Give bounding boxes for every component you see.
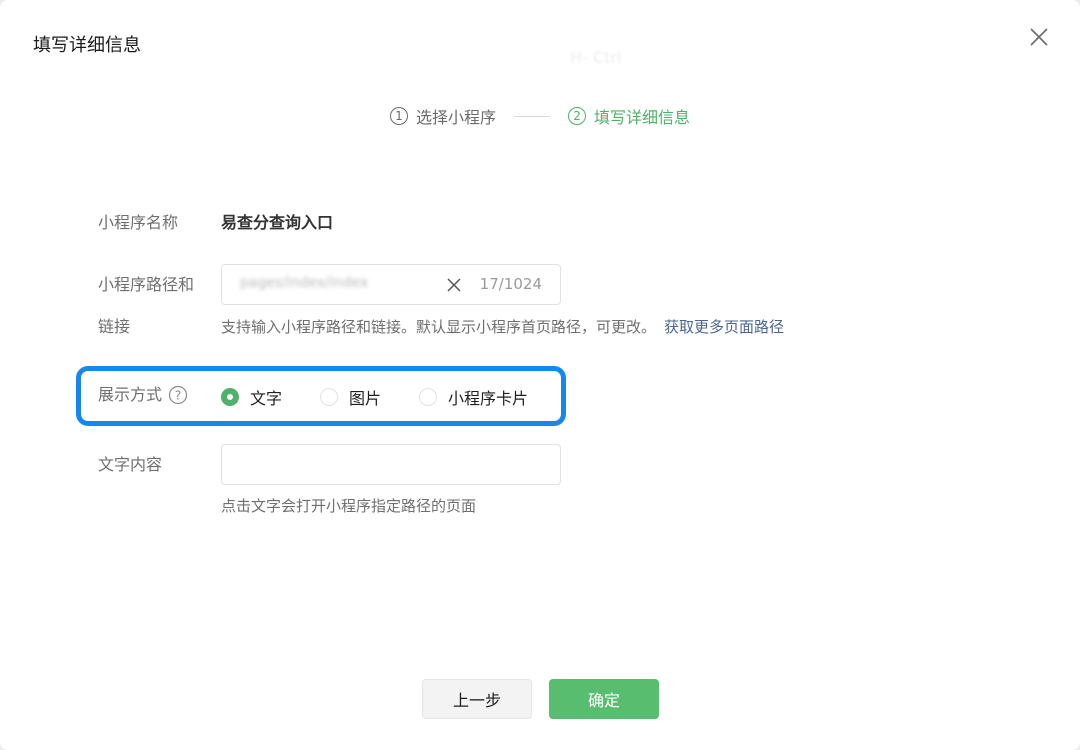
question-mark-icon[interactable]: ? bbox=[168, 385, 188, 405]
dialog-title: 填写详细信息 bbox=[33, 35, 141, 56]
text-content-hint: 点击文字会打开小程序指定路径的页面 bbox=[221, 497, 477, 515]
path-label-line1: 小程序路径和 bbox=[98, 275, 195, 294]
step-indicator: 1 选择小程序 2 填写详细信息 bbox=[390, 104, 690, 128]
path-input-value: pages/index/index bbox=[240, 275, 369, 291]
close-icon[interactable] bbox=[1026, 24, 1052, 50]
radio-label-image: 图片 bbox=[349, 389, 382, 408]
text-content-input[interactable] bbox=[221, 444, 561, 485]
step-divider bbox=[514, 115, 551, 117]
step-fill-details: 2 填写详细信息 bbox=[568, 104, 690, 128]
radio-option-card[interactable]: 小程序卡片 bbox=[419, 385, 528, 409]
path-input[interactable]: pages/index/index 17/1024 bbox=[221, 264, 561, 305]
radio-option-text[interactable]: 文字 bbox=[221, 385, 282, 409]
radio-option-image[interactable]: 图片 bbox=[320, 385, 381, 409]
radio-label-text: 文字 bbox=[250, 389, 283, 408]
name-value: 易查分查询入口 bbox=[221, 213, 334, 232]
path-char-counter: 17/1024 bbox=[479, 275, 542, 293]
radio-button-checked[interactable] bbox=[221, 388, 239, 406]
radio-button[interactable] bbox=[320, 388, 338, 406]
step-number-2: 2 bbox=[568, 107, 587, 125]
path-label-line2: 链接 bbox=[98, 317, 131, 336]
step-label-2: 填写详细信息 bbox=[594, 108, 691, 127]
path-hint-text: 支持输入小程序路径和链接。默认显示小程序首页路径，可更改。 bbox=[221, 318, 657, 336]
path-hint: 支持输入小程序路径和链接。默认显示小程序首页路径，可更改。 获取更多页面路径 bbox=[221, 316, 784, 338]
background-ghost-text: H- Ctrl bbox=[570, 48, 622, 67]
confirm-button[interactable]: 确定 bbox=[549, 679, 659, 719]
svg-text:?: ? bbox=[175, 389, 181, 403]
detail-dialog: 填写详细信息 H- Ctrl 1 选择小程序 2 填写详细信息 小程序名称 易查… bbox=[0, 0, 1080, 750]
step-label-1: 选择小程序 bbox=[416, 108, 497, 127]
radio-button[interactable] bbox=[419, 388, 437, 406]
more-paths-link[interactable]: 获取更多页面路径 bbox=[664, 318, 784, 336]
previous-step-button[interactable]: 上一步 bbox=[422, 679, 532, 719]
step-number-1: 1 bbox=[390, 107, 408, 125]
text-content-label: 文字内容 bbox=[98, 455, 163, 474]
display-mode-label: 展示方式 bbox=[98, 385, 163, 404]
step-select-miniprogram: 1 选择小程序 bbox=[390, 104, 496, 128]
radio-label-card: 小程序卡片 bbox=[448, 389, 529, 408]
clear-icon[interactable] bbox=[446, 277, 462, 293]
name-label: 小程序名称 bbox=[98, 213, 179, 232]
